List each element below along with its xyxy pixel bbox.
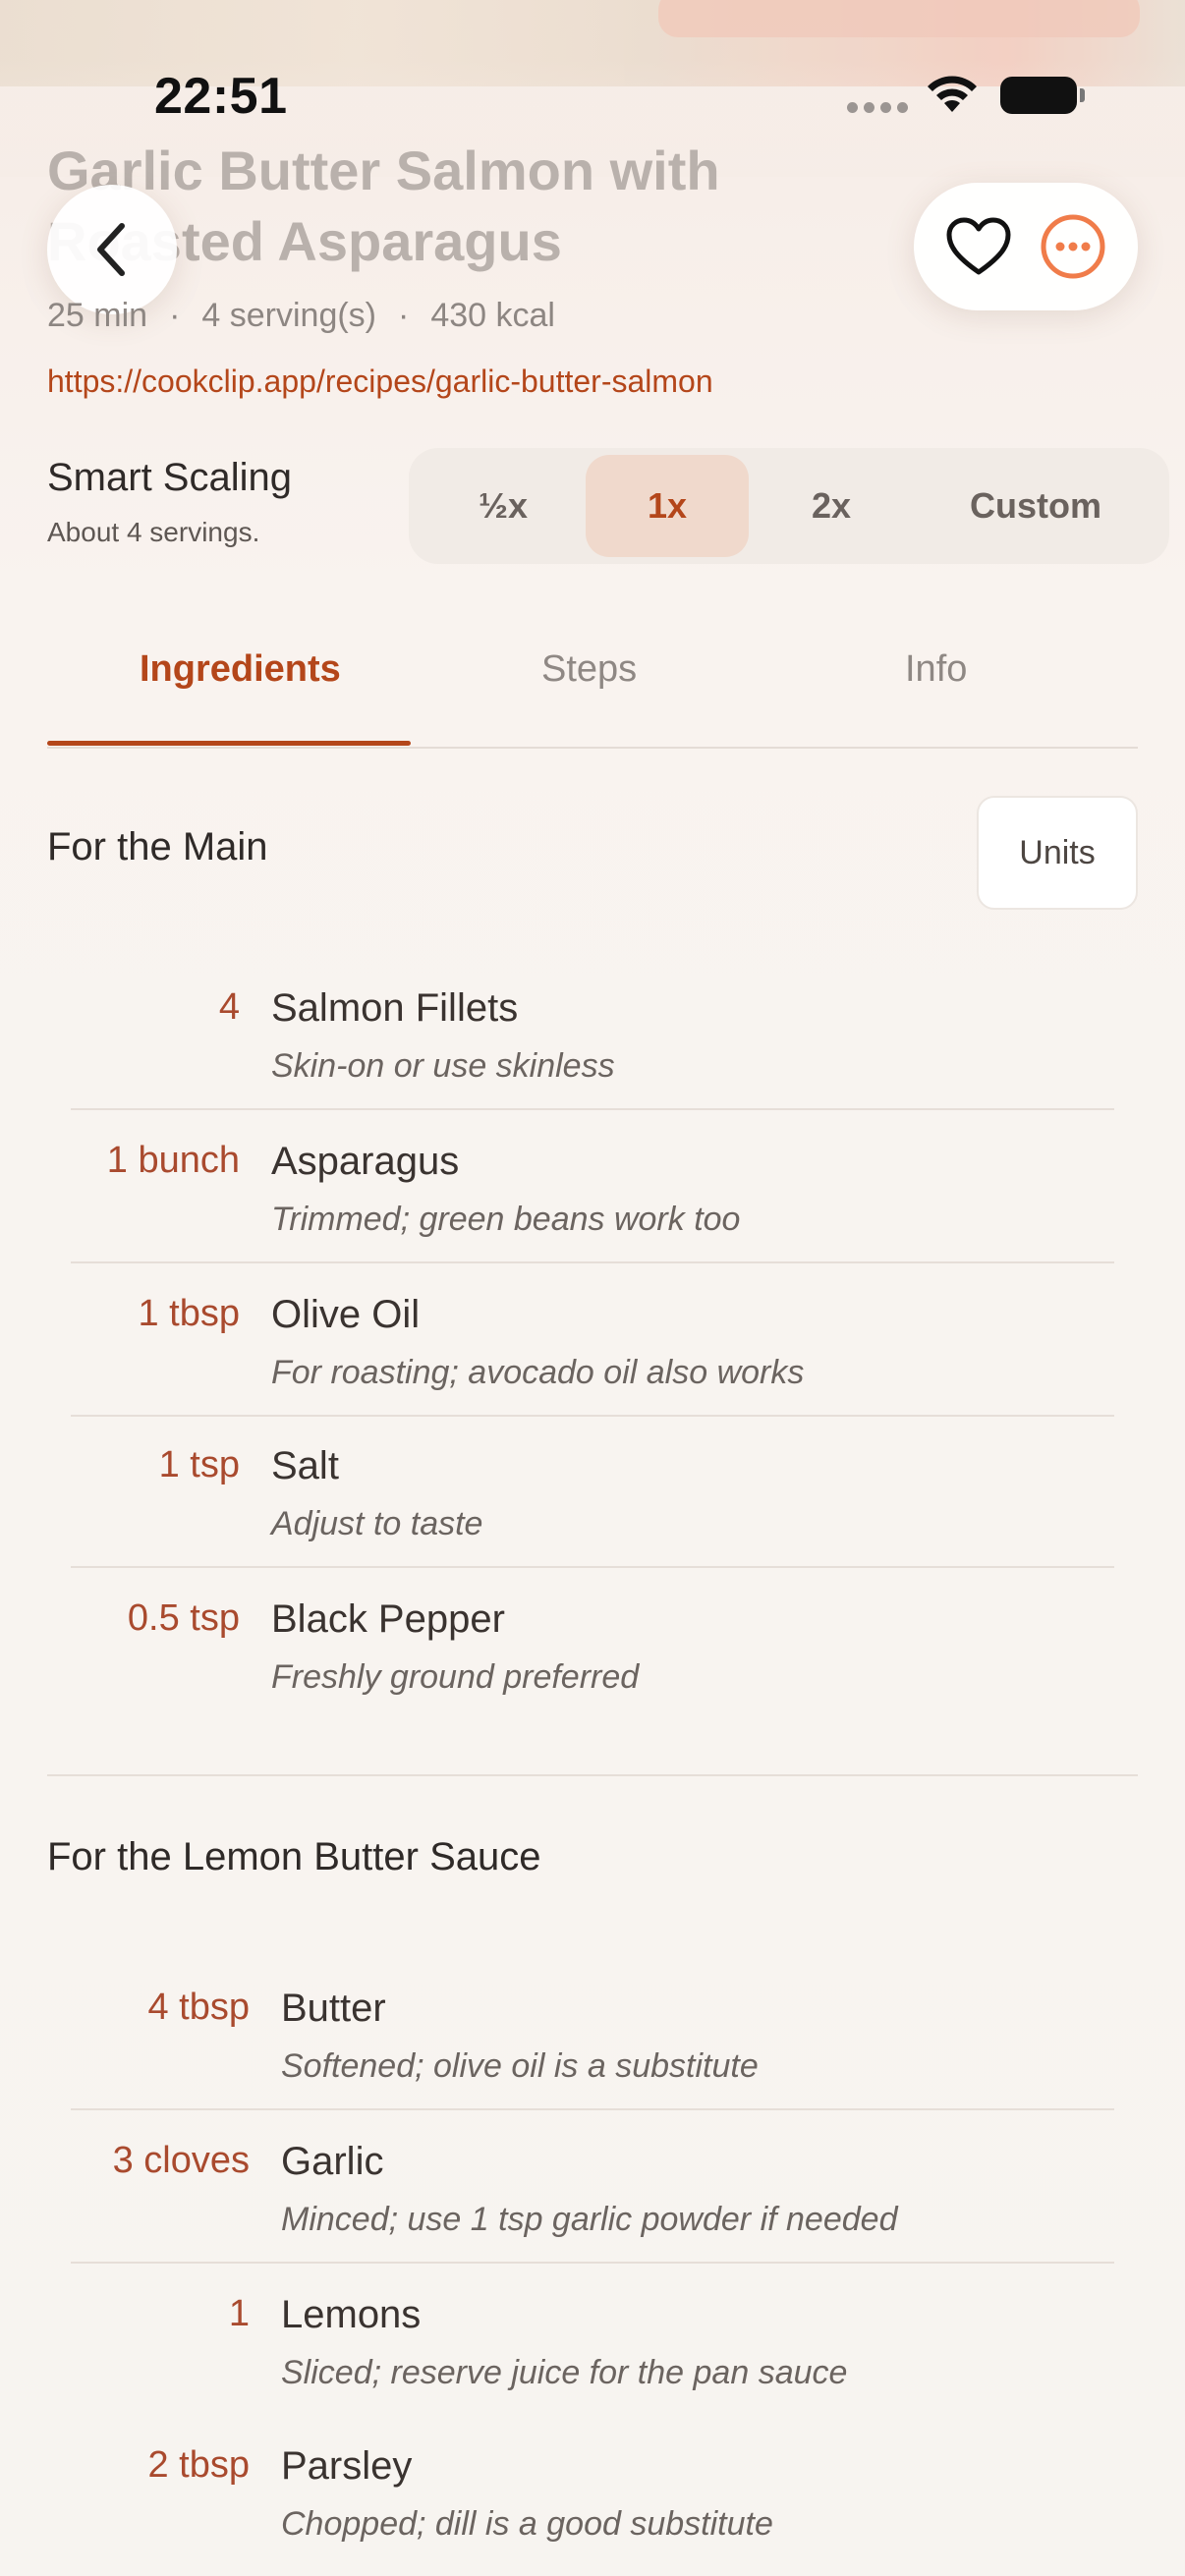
- scale-half-option[interactable]: ½x: [421, 455, 586, 557]
- ingredient-note: Adjust to taste: [271, 1505, 483, 1542]
- ingredient-name: Salmon Fillets: [271, 986, 519, 1030]
- ingredient-name: Lemons: [281, 2293, 422, 2336]
- ingredient-note: Skin-on or use skinless: [271, 1047, 615, 1085]
- ingredient-name: Salt: [271, 1444, 339, 1487]
- scaling-segmented-control: ½x 1x 2x Custom: [409, 448, 1169, 564]
- smart-scaling-subtitle: About 4 servings.: [47, 517, 260, 547]
- ingredient-note: Chopped; dill is a good substitute: [281, 2505, 773, 2543]
- more-button[interactable]: [1036, 209, 1110, 284]
- tab-info[interactable]: Info: [905, 648, 967, 691]
- ingredient-note: Sliced; reserve juice for the pan sauce: [281, 2354, 848, 2391]
- ingredient-quantity: 1: [228, 2293, 250, 2334]
- ingredient-name: Parsley: [281, 2444, 413, 2488]
- ingredient-row[interactable]: 1 Lemons Sliced; reserve juice for the p…: [71, 2264, 1114, 2417]
- tab-ingredients[interactable]: Ingredients: [140, 648, 341, 691]
- recipe-meta: 25 min · 4 serving(s) · 430 kcal: [47, 297, 555, 335]
- section-divider: [47, 1774, 1138, 1776]
- ingredient-quantity: 1 bunch: [106, 1140, 240, 1181]
- ingredient-quantity: 4: [218, 986, 240, 1028]
- ingredient-row[interactable]: 0.5 tsp Black Pepper Freshly ground pref…: [71, 1568, 1114, 1721]
- meta-calories: 430 kcal: [430, 297, 555, 334]
- ingredient-name: Garlic: [281, 2140, 384, 2183]
- ingredient-quantity: 3 cloves: [112, 2140, 250, 2181]
- ellipsis-circle-icon: [1041, 214, 1105, 279]
- ingredient-row[interactable]: 1 tbsp Olive Oil For roasting; avocado o…: [71, 1263, 1114, 1417]
- ingredient-row[interactable]: 1 tsp Salt Adjust to taste: [71, 1415, 1114, 1568]
- status-time: 22:51: [154, 68, 288, 125]
- active-tab-indicator: [47, 741, 411, 746]
- ingredient-row[interactable]: 3 cloves Garlic Minced; use 1 tsp garlic…: [71, 2110, 1114, 2264]
- smart-scaling-title: Smart Scaling: [47, 456, 292, 499]
- header-actions: [914, 183, 1138, 310]
- wifi-icon: [928, 76, 977, 112]
- ingredient-quantity: 2 tbsp: [147, 2444, 250, 2486]
- ingredient-row[interactable]: 1 bunch Asparagus Trimmed; green beans w…: [71, 1110, 1114, 1263]
- ingredient-quantity: 1 tbsp: [138, 1293, 240, 1334]
- ingredient-quantity: 1 tsp: [158, 1444, 240, 1485]
- chevron-left-icon: [97, 223, 125, 276]
- meta-separator: ·: [398, 297, 410, 334]
- ingredient-note: Minced; use 1 tsp garlic powder if neede…: [281, 2201, 898, 2238]
- ingredient-note: Softened; olive oil is a substitute: [281, 2047, 759, 2085]
- ingredient-row[interactable]: 4 tbsp Butter Softened; olive oil is a s…: [71, 1957, 1114, 2110]
- favorite-button[interactable]: [941, 209, 1016, 284]
- ingredient-name: Asparagus: [271, 1140, 460, 1183]
- ingredient-quantity: 0.5 tsp: [127, 1597, 240, 1639]
- meta-servings: 4 serving(s): [201, 297, 376, 334]
- recipe-source-link[interactable]: https://cookclip.app/recipes/garlic-butt…: [47, 364, 713, 400]
- ingredient-row[interactable]: 2 tbsp Parsley Chopped; dill is a good s…: [71, 2415, 1114, 2568]
- back-button[interactable]: [47, 185, 177, 314]
- ingredient-quantity: 4 tbsp: [147, 1987, 250, 2028]
- cellular-signal-icon: [847, 102, 908, 113]
- ingredient-name: Butter: [281, 1987, 386, 2030]
- heart-icon: [946, 217, 1011, 275]
- ingredient-name: Black Pepper: [271, 1597, 505, 1641]
- ingredient-row[interactable]: 4 Salmon Fillets Skin-on or use skinless: [71, 957, 1114, 1110]
- battery-icon: [1000, 77, 1085, 114]
- ingredient-name: Olive Oil: [271, 1293, 421, 1336]
- recipe-tabs: Ingredients Steps Info: [47, 629, 1138, 749]
- scale-1x-option[interactable]: 1x: [586, 455, 749, 557]
- meta-time: 25 min: [47, 297, 148, 334]
- ingredient-note: Trimmed; green beans work too: [271, 1201, 741, 1238]
- ingredient-note: Freshly ground preferred: [271, 1658, 640, 1696]
- scale-2x-option[interactable]: 2x: [749, 455, 914, 557]
- units-button[interactable]: Units: [977, 796, 1138, 910]
- meta-separator: ·: [169, 297, 181, 334]
- section-title-sauce: For the Lemon Butter Sauce: [47, 1835, 541, 1878]
- ingredient-note: For roasting; avocado oil also works: [271, 1354, 805, 1391]
- tab-steps[interactable]: Steps: [541, 648, 637, 691]
- section-title-main: For the Main: [47, 825, 268, 868]
- scale-custom-option[interactable]: Custom: [914, 455, 1157, 557]
